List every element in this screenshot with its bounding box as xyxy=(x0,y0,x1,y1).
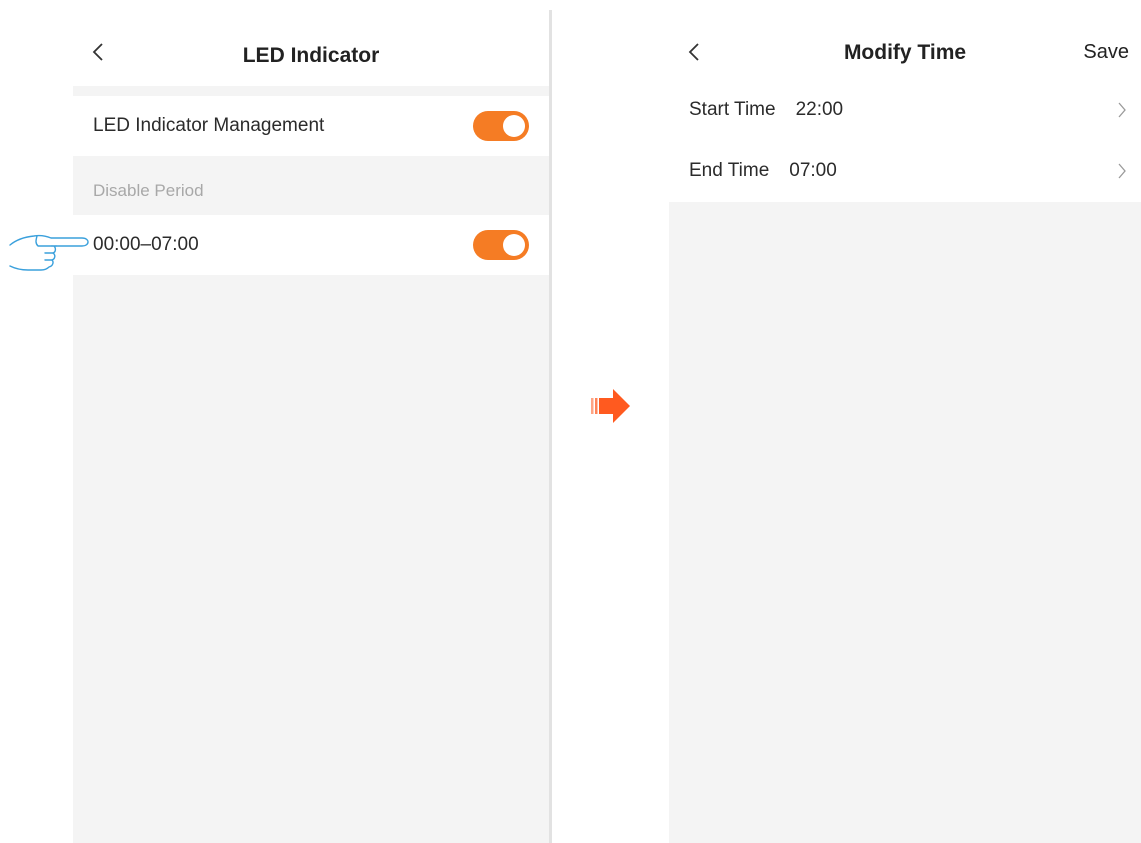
start-time-label: Start Time xyxy=(689,99,776,120)
navigation-bar: Modify Time Save xyxy=(669,10,1141,86)
disable-period-label: 00:00–07:00 xyxy=(93,234,199,255)
disable-period-row[interactable]: 00:00–07:00 xyxy=(73,215,549,275)
end-time-label: End Time xyxy=(689,160,770,181)
led-management-row: LED Indicator Management xyxy=(73,96,549,156)
end-time-row[interactable]: End Time 07:00 xyxy=(669,141,1141,201)
navigation-bar: LED Indicator xyxy=(73,10,549,86)
led-indicator-screen: LED Indicator LED Indicator Management D… xyxy=(73,10,552,843)
chevron-right-icon xyxy=(1118,102,1126,118)
page-title: Modify Time xyxy=(843,41,967,64)
toggle-knob xyxy=(503,115,525,137)
disable-period-toggle[interactable] xyxy=(473,230,529,260)
chevron-right-icon xyxy=(1118,163,1126,179)
end-time-label-group: End Time 07:00 xyxy=(689,160,837,182)
right-arrow-icon xyxy=(591,389,630,423)
led-management-label: LED Indicator Management xyxy=(93,115,325,136)
led-management-toggle[interactable] xyxy=(473,111,529,141)
end-time-value: 07:00 xyxy=(789,160,837,181)
start-time-row[interactable]: Start Time 22:00 xyxy=(669,80,1141,140)
start-time-value: 22:00 xyxy=(795,99,844,120)
start-time-label-group: Start Time 22:00 xyxy=(689,99,843,121)
disable-period-header: Disable Period xyxy=(93,181,204,200)
save-button[interactable]: Save xyxy=(1083,41,1129,64)
modify-time-screen: Modify Time Save Start Time 22:00 End Tim… xyxy=(669,10,1141,843)
toggle-knob xyxy=(503,234,525,256)
pointing-hand-icon xyxy=(9,234,89,271)
page-title: LED Indicator xyxy=(242,44,380,67)
